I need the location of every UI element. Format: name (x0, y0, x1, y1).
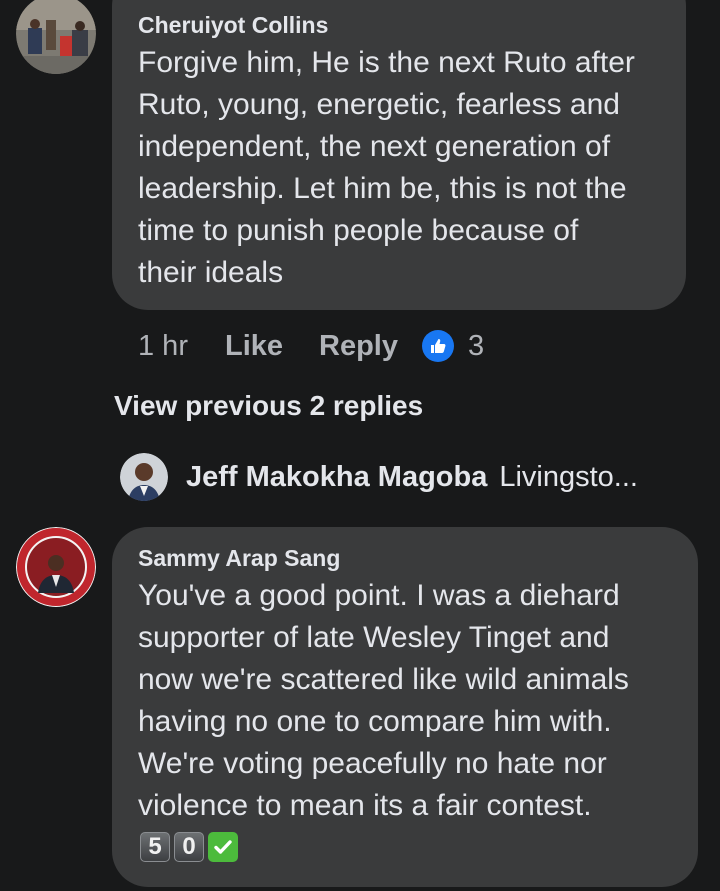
comment-text: Forgive him, He is the next Ruto after R… (138, 46, 635, 289)
view-previous-replies-link[interactable]: View previous 2 replies (114, 390, 423, 422)
comment-timestamp[interactable]: 1 hr (138, 330, 188, 363)
reply-snippet: Livingsto... (499, 460, 638, 493)
reply-author[interactable]: Jeff Makokha Magoba (186, 461, 487, 494)
comment-actions: 1 hr Like Reply 3 (138, 326, 484, 366)
reply-button[interactable]: Reply (319, 330, 398, 363)
comments-thread: Cheruiyot Collins Forgive him, He is the… (0, 0, 720, 891)
comment-author[interactable]: Cheruiyot Collins (138, 12, 328, 39)
like-button[interactable]: Like (225, 330, 283, 363)
keycap-digit-zero-icon: 0 (174, 832, 204, 862)
check-mark-button-icon (208, 832, 238, 862)
avatar-photo-icon (16, 527, 96, 607)
avatar-cheruiyot-collins[interactable] (16, 0, 96, 74)
reaction-count[interactable]: 3 (468, 330, 484, 363)
emoji-row: 5 0 (140, 832, 238, 862)
comment-author[interactable]: Sammy Arap Sang (138, 545, 340, 572)
avatar-photo-icon (16, 0, 96, 74)
avatar-sammy-arap-sang[interactable] (16, 527, 96, 607)
reply-preview[interactable]: Jeff Makokha Magoba Livingsto... (120, 452, 638, 502)
avatar-photo-icon (120, 453, 168, 501)
avatar-jeff-makokha-magoba[interactable] (120, 453, 168, 501)
keycap-digit-five-icon: 5 (140, 832, 170, 862)
thumbs-up-icon[interactable] (422, 330, 454, 362)
comment-text: You've a good point. I was a diehard sup… (138, 579, 629, 822)
